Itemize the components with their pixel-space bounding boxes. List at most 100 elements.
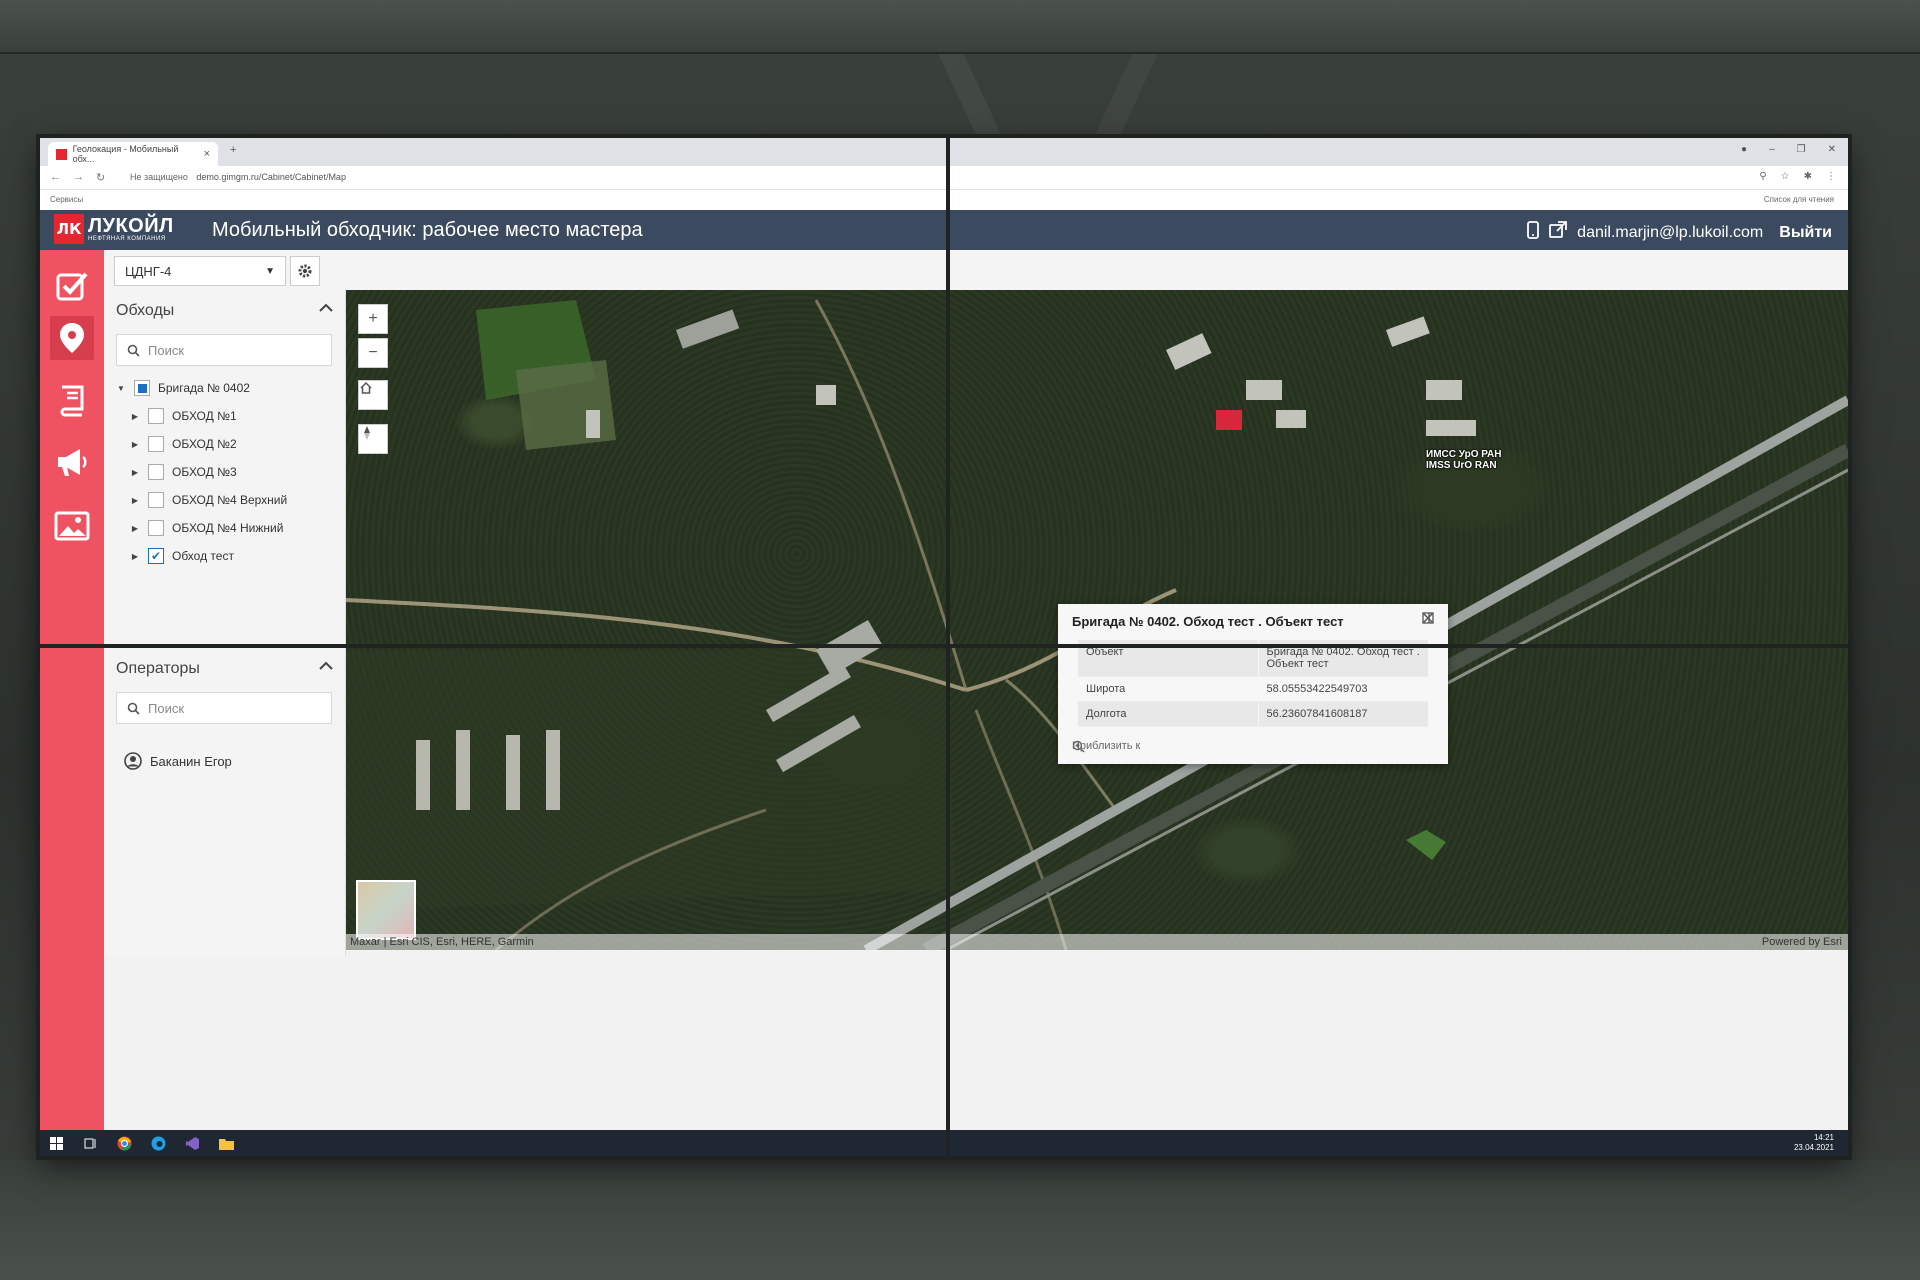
checkbox-checked-icon [56, 272, 88, 301]
edge-icon[interactable] [150, 1135, 166, 1151]
task-view-icon[interactable] [82, 1135, 98, 1151]
attribution-powered-by[interactable]: Powered by Esri [1762, 936, 1842, 948]
collapsed-caret-icon[interactable]: ▶ [130, 496, 140, 505]
search-icon [127, 702, 140, 715]
department-value: ЦДНГ-4 [125, 264, 172, 279]
place-label-en: IMSS UrO RAN [1426, 459, 1497, 471]
feature-popup: Бригада № 0402. Обход тест . Объект тест… [1058, 604, 1448, 764]
collapse-up-icon[interactable] [319, 658, 333, 674]
nav-journal[interactable] [50, 378, 94, 422]
walk-checkbox-checked[interactable]: ✔ [148, 548, 164, 564]
external-link-icon[interactable] [1549, 221, 1568, 244]
chrome-icon[interactable] [116, 1135, 132, 1151]
collapsed-caret-icon[interactable]: ▶ [130, 440, 140, 449]
reload-icon[interactable]: ↻ [96, 171, 105, 184]
collapsed-caret-icon[interactable]: ▶ [130, 524, 140, 533]
home-icon [360, 381, 372, 394]
operator-item[interactable]: Баканин Егор [124, 752, 232, 770]
collapsed-caret-icon[interactable]: ▶ [130, 412, 140, 421]
clock-date: 23.04.2021 [1793, 1143, 1834, 1152]
back-icon[interactable]: ← [50, 171, 61, 184]
collapsed-caret-icon[interactable]: ▶ [130, 552, 140, 561]
forward-icon[interactable]: → [73, 171, 84, 184]
megaphone-icon [58, 449, 87, 476]
browser-tab-bar: Геолокация - Мобильный обх... × + ● – ❐ … [40, 138, 1848, 166]
logout-button[interactable]: Выйти [1779, 224, 1832, 242]
zoom-out-button[interactable]: − [358, 338, 388, 368]
zoom-in-button[interactable]: + [358, 304, 388, 334]
windows-start-icon[interactable] [48, 1135, 64, 1151]
walk-label: ОБХОД №4 Верхний [172, 493, 288, 507]
settings-button[interactable] [290, 256, 320, 286]
search-icon [127, 344, 140, 357]
restore-icon[interactable]: ❐ [1797, 144, 1806, 155]
image-icon [54, 511, 90, 541]
overview-minimap[interactable] [356, 880, 416, 940]
zoom-to-button[interactable]: Приблизить к [1072, 740, 1140, 753]
nav-map[interactable] [50, 316, 94, 360]
visual-studio-icon[interactable] [184, 1135, 200, 1151]
operators-panel-title: Операторы [116, 660, 200, 677]
tree-walk-row[interactable]: ▶ ✔ Обход тест [116, 542, 336, 570]
tree-walk-row[interactable]: ▶ ОБХОД №3 [116, 458, 336, 486]
new-tab-button[interactable]: + [230, 144, 236, 156]
video-wall-screen: Геолокация - Мобильный обх... × + ● – ❐ … [40, 138, 1848, 1156]
attribution-sources: Maxar | Esri CIS, Esri, HERE, Garmin [350, 936, 534, 948]
filter-toolbar: ЦДНГ-4 ▼ [104, 250, 1848, 290]
tree-walk-row[interactable]: ▶ ОБХОД №4 Верхний [116, 486, 336, 514]
satellite-map[interactable]: + − ИМСС УрО РАН IMSS UrO RAN Maxar | Es… [346, 290, 1848, 950]
tree-walk-row[interactable]: ▶ ОБХОД №2 [116, 430, 336, 458]
nav-gallery[interactable] [50, 504, 94, 548]
home-button[interactable] [358, 380, 388, 410]
close-window-icon[interactable]: ✕ [1828, 144, 1836, 155]
brigade-checkbox[interactable] [134, 380, 150, 396]
main-sidebar [40, 250, 104, 1156]
tree-walk-row[interactable]: ▶ ОБХОД №4 Нижний [116, 514, 336, 542]
user-avatar-icon [124, 752, 142, 770]
expanded-caret-icon[interactable]: ▼ [116, 384, 126, 393]
collapse-up-icon[interactable] [319, 300, 333, 316]
map-pin-icon [60, 323, 84, 353]
file-explorer-icon[interactable] [218, 1135, 234, 1151]
nav-notifications[interactable] [50, 440, 94, 484]
department-select[interactable]: ЦДНГ-4 ▼ [114, 256, 286, 286]
nav-tasks[interactable] [50, 264, 94, 308]
walks-search-input[interactable]: Поиск [116, 334, 332, 366]
video-wall-seam-horizontal [40, 644, 1848, 648]
profile-icon[interactable]: ● [1741, 144, 1747, 155]
bookmark-services[interactable]: Сервисы [50, 195, 83, 204]
popup-attributes-table: Объект Бригада № 0402. Обход тест . Объе… [1078, 640, 1428, 727]
browser-tab[interactable]: Геолокация - Мобильный обх... × [48, 142, 218, 166]
compass-button[interactable] [358, 424, 388, 454]
app-header: ЛК ЛУКОЙЛ НЕФТЯНАЯ КОМПАНИЯ Мобильный об… [40, 210, 1848, 250]
star-icon[interactable]: ☆ [1781, 171, 1790, 182]
tab-close-icon[interactable]: × [204, 148, 210, 160]
gear-icon [298, 264, 312, 278]
walk-checkbox[interactable] [148, 492, 164, 508]
walk-checkbox[interactable] [148, 520, 164, 536]
popup-title: Бригада № 0402. Обход тест . Объект тест [1072, 614, 1344, 629]
user-email: danil.marjin@lp.lukoil.com [1577, 223, 1764, 241]
tree-brigade-row[interactable]: ▼ Бригада № 0402 [116, 374, 336, 402]
logo-mark: ЛК [54, 214, 84, 244]
zoom-icon[interactable]: ⚲ [1759, 171, 1766, 182]
walk-checkbox[interactable] [148, 436, 164, 452]
collapsed-caret-icon[interactable]: ▶ [130, 468, 140, 477]
url-field[interactable]: Не защищено demo.gimgm.ru/Cabinet/Cabine… [130, 172, 346, 182]
phone-icon[interactable] [1527, 221, 1540, 244]
windows-taskbar: 14:21 23.04.2021 [40, 1130, 1848, 1156]
wall-bottom [0, 1160, 1920, 1280]
address-bar: ← → ↻ Не защищено demo.gimgm.ru/Cabinet/… [40, 166, 1848, 190]
tab-title: Геолокация - Мобильный обх... [72, 144, 179, 164]
menu-icon[interactable]: ⋮ [1826, 171, 1836, 182]
extensions-icon[interactable]: ✱ [1804, 171, 1812, 182]
walk-checkbox[interactable] [148, 408, 164, 424]
tree-walk-row[interactable]: ▶ ОБХОД №1 [116, 402, 336, 430]
minimize-icon[interactable]: – [1769, 144, 1775, 155]
reading-list[interactable]: Список для чтения [1764, 195, 1834, 204]
operators-search-input[interactable]: Поиск [116, 692, 332, 724]
walk-checkbox[interactable] [148, 464, 164, 480]
attribute-key: Долгота [1078, 701, 1259, 727]
walk-label: ОБХОД №4 Нижний [172, 521, 284, 535]
attribute-key: Широта [1078, 676, 1259, 702]
